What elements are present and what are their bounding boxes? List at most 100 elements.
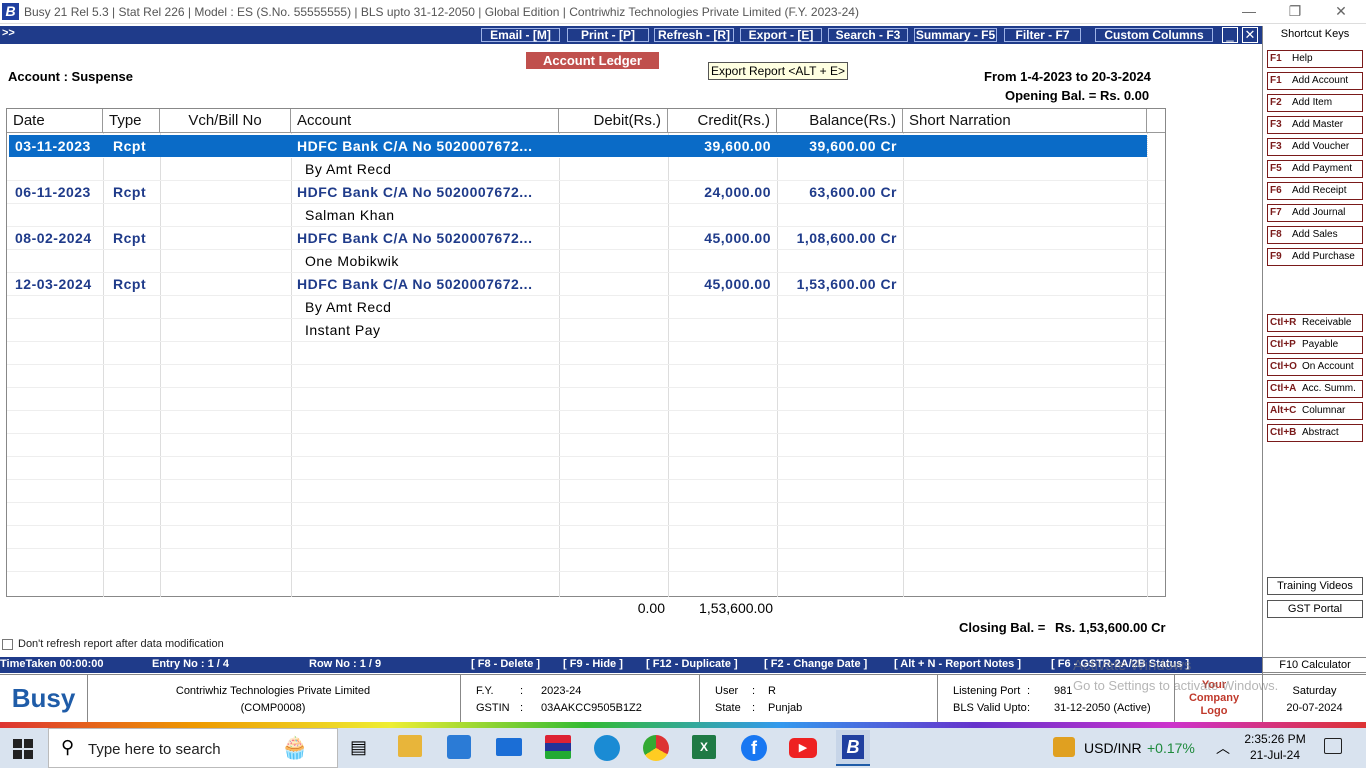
refresh-button[interactable]: Refresh - [R] bbox=[654, 28, 734, 42]
minimize-report-icon[interactable]: _ bbox=[1222, 27, 1238, 43]
report-notes-shortcut[interactable]: [ Alt + N - Report Notes ] bbox=[894, 658, 1021, 670]
refresh-checkbox[interactable] bbox=[2, 639, 13, 650]
summary-button[interactable]: Summary - F5 bbox=[914, 28, 997, 42]
mail-icon[interactable] bbox=[496, 738, 522, 756]
shortcut-add-voucher[interactable]: F3 Add Voucher bbox=[1267, 138, 1363, 156]
fy-label: F.Y. bbox=[476, 685, 494, 697]
shortcut-label: Add Journal bbox=[1292, 207, 1346, 218]
duplicate-shortcut[interactable]: [ F12 - Duplicate ] bbox=[646, 658, 738, 670]
row-account[interactable]: HDFC Bank C/A No 5020007672... bbox=[291, 273, 538, 296]
table-row-selected[interactable] bbox=[8, 134, 1148, 158]
row-type[interactable]: Rcpt bbox=[107, 227, 152, 250]
custom-columns-button[interactable]: Custom Columns bbox=[1095, 28, 1213, 42]
busy-taskbar-button[interactable]: B bbox=[836, 730, 870, 766]
total-credit: 1,53,600.00 bbox=[699, 600, 773, 616]
gstin-label: GSTIN bbox=[476, 702, 510, 714]
row-account[interactable]: HDFC Bank C/A No 5020007672... bbox=[291, 227, 538, 250]
row-date[interactable]: 08-02-2024 bbox=[9, 227, 98, 250]
shortcut-key: Ctl+P bbox=[1270, 339, 1296, 350]
facebook-icon[interactable]: f bbox=[741, 735, 767, 761]
training-videos-button[interactable]: Training Videos bbox=[1267, 577, 1363, 595]
delete-shortcut[interactable]: [ F8 - Delete ] bbox=[471, 658, 540, 670]
print-button[interactable]: Print - [P] bbox=[567, 28, 649, 42]
restore-icon[interactable]: ❐ bbox=[1272, 0, 1318, 24]
edge-icon[interactable] bbox=[594, 735, 620, 761]
expand-toggle[interactable]: >> bbox=[2, 27, 15, 39]
shortcut-help[interactable]: F1 Help bbox=[1267, 50, 1363, 68]
report-toolbar: >> Email - [M] Print - [P] Refresh - [R]… bbox=[0, 26, 1262, 44]
excel-icon[interactable]: X bbox=[692, 735, 716, 759]
col-header-balance[interactable]: Balance(Rs.) bbox=[777, 109, 903, 133]
shortcut-add-master[interactable]: F3 Add Master bbox=[1267, 116, 1363, 134]
row-balance[interactable]: 1,08,600.00 Cr bbox=[777, 227, 903, 250]
row-balance[interactable]: 63,600.00 Cr bbox=[777, 181, 903, 204]
shortcut-add-purchase[interactable]: F9 Add Purchase bbox=[1267, 248, 1363, 266]
row-credit[interactable]: 45,000.00 bbox=[668, 227, 777, 250]
shortcut-columnar[interactable]: Alt+C Columnar bbox=[1267, 402, 1363, 420]
shortcut-abstract[interactable]: Ctl+B Abstract bbox=[1267, 424, 1363, 442]
export-button[interactable]: Export - [E] bbox=[740, 28, 822, 42]
shortcut-key: Ctl+B bbox=[1270, 427, 1297, 438]
task-view-icon[interactable]: ▤ bbox=[350, 737, 367, 758]
gst-portal-button[interactable]: GST Portal bbox=[1267, 600, 1363, 618]
clock-date[interactable]: 21-Jul-24 bbox=[1244, 748, 1306, 762]
file-explorer-icon[interactable] bbox=[398, 735, 422, 757]
gstin-value: 03AAKCC9505B1Z2 bbox=[541, 702, 642, 714]
shortcut-payable[interactable]: Ctl+P Payable bbox=[1267, 336, 1363, 354]
youtube-icon[interactable]: ▶ bbox=[789, 738, 817, 758]
row-balance[interactable]: 1,53,600.00 Cr bbox=[777, 273, 903, 296]
shortcut-key: F3 bbox=[1270, 119, 1282, 130]
windows-start-icon[interactable] bbox=[12, 738, 34, 760]
shortcut-label: Receivable bbox=[1302, 317, 1352, 328]
search-button[interactable]: Search - F3 bbox=[828, 28, 908, 42]
shortcut-key: Ctl+A bbox=[1270, 383, 1297, 394]
minimize-icon[interactable]: — bbox=[1226, 0, 1272, 24]
row-type[interactable]: Rcpt bbox=[107, 273, 152, 296]
row-divider bbox=[7, 456, 1165, 457]
col-header-account[interactable]: Account bbox=[291, 109, 559, 133]
col-header-type[interactable]: Type bbox=[103, 109, 160, 133]
chrome-icon[interactable] bbox=[643, 735, 669, 761]
row-divider bbox=[7, 410, 1165, 411]
app-icon[interactable] bbox=[545, 735, 571, 759]
row-date[interactable]: 12-03-2024 bbox=[9, 273, 98, 296]
shortcut-add-account[interactable]: F1 Add Account bbox=[1267, 72, 1363, 90]
row-credit[interactable]: 45,000.00 bbox=[668, 273, 777, 296]
store-icon[interactable] bbox=[447, 735, 471, 759]
currency-widget-icon[interactable] bbox=[1053, 737, 1075, 757]
change-date-shortcut[interactable]: [ F2 - Change Date ] bbox=[764, 658, 867, 670]
shortcut-on-account[interactable]: Ctl+O On Account bbox=[1267, 358, 1363, 376]
row-sub-narration: By Amt Recd bbox=[305, 299, 392, 315]
taskbar-search-box[interactable]: ⚲ Type here to search 🧁 bbox=[48, 728, 338, 768]
col-header-narration[interactable]: Short Narration bbox=[903, 109, 1147, 133]
col-header-credit[interactable]: Credit(Rs.) bbox=[668, 109, 777, 133]
col-header-debit[interactable]: Debit(Rs.) bbox=[559, 109, 668, 133]
search-icon: ⚲ bbox=[61, 737, 75, 757]
shortcut-add-journal[interactable]: F7 Add Journal bbox=[1267, 204, 1363, 222]
shortcut-receivable[interactable]: Ctl+R Receivable bbox=[1267, 314, 1363, 332]
row-account[interactable]: HDFC Bank C/A No 5020007672... bbox=[291, 181, 538, 204]
port-label: Listening Port bbox=[953, 685, 1021, 697]
shortcut-add-sales[interactable]: F8 Add Sales bbox=[1267, 226, 1363, 244]
shortcut-add-payment[interactable]: F5 Add Payment bbox=[1267, 160, 1363, 178]
chevron-up-icon[interactable]: ︿ bbox=[1216, 738, 1230, 758]
currency-pair[interactable]: USD/INR bbox=[1084, 740, 1142, 756]
filter-button[interactable]: Filter - F7 bbox=[1004, 28, 1081, 42]
close-window-icon[interactable]: ✕ bbox=[1318, 0, 1364, 24]
refresh-checkbox-label[interactable]: Don't refresh report after data modifica… bbox=[18, 638, 224, 650]
clock-time[interactable]: 2:35:26 PM bbox=[1244, 732, 1306, 746]
shortcut-acc-summ[interactable]: Ctl+A Acc. Summ. bbox=[1267, 380, 1363, 398]
activate-windows-watermark: Activate Windows bbox=[1073, 657, 1192, 674]
calculator-button[interactable]: F10 Calculator bbox=[1263, 657, 1366, 673]
row-date[interactable]: 06-11-2023 bbox=[9, 181, 97, 204]
row-credit[interactable]: 24,000.00 bbox=[668, 181, 777, 204]
shortcut-add-receipt[interactable]: F6 Add Receipt bbox=[1267, 182, 1363, 200]
row-type[interactable]: Rcpt bbox=[107, 181, 152, 204]
hide-shortcut[interactable]: [ F9 - Hide ] bbox=[563, 658, 623, 670]
col-header-vch[interactable]: Vch/Bill No bbox=[160, 109, 291, 133]
shortcut-add-item[interactable]: F2 Add Item bbox=[1267, 94, 1363, 112]
col-header-date[interactable]: Date bbox=[7, 109, 103, 133]
email-button[interactable]: Email - [M] bbox=[481, 28, 560, 42]
close-report-icon[interactable]: ✕ bbox=[1242, 27, 1258, 43]
notification-icon[interactable] bbox=[1324, 738, 1342, 754]
